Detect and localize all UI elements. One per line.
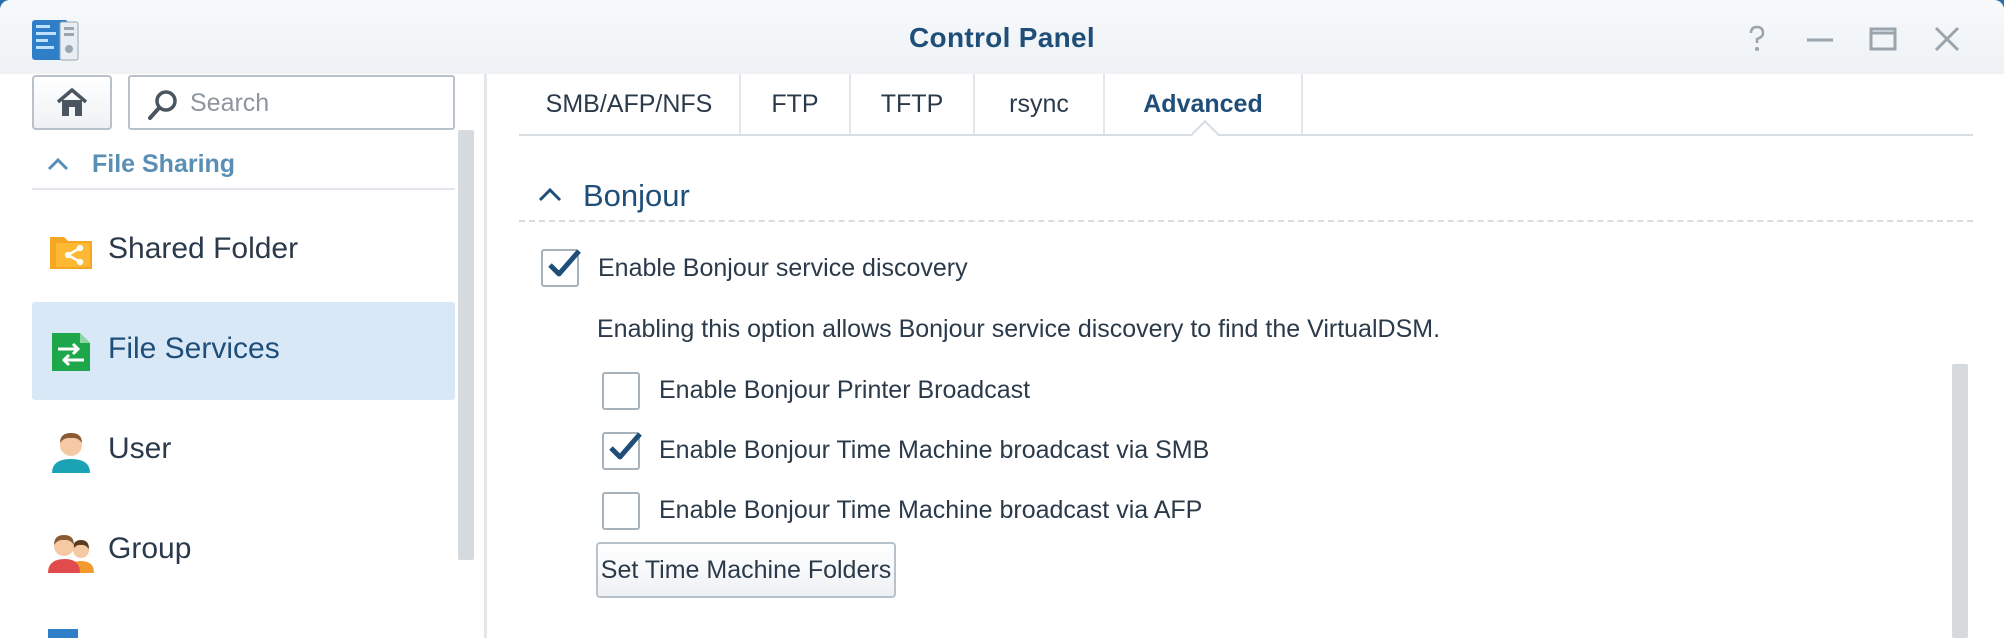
home-button[interactable] — [32, 75, 112, 130]
search-icon — [148, 90, 177, 120]
printer-broadcast-label: Enable Bonjour Printer Broadcast — [659, 376, 1031, 404]
sidebar-item-group[interactable]: Group — [32, 502, 455, 600]
minimize-icon[interactable] — [1803, 22, 1837, 56]
sidebar-item-user[interactable]: User — [32, 402, 455, 500]
group-icon — [48, 535, 94, 573]
window-title: Control Panel — [909, 22, 1095, 53]
sidebar-item-label: File Services — [108, 332, 280, 365]
shared-folder-icon — [50, 237, 92, 269]
user-icon — [52, 433, 90, 473]
sidebar: File Sharing Shared Folder Fi — [0, 74, 480, 638]
chevron-up-icon — [47, 157, 69, 171]
title-bar: Control Panel — [0, 0, 2004, 74]
enable-bonjour-checkbox[interactable] — [541, 249, 581, 287]
main-scrollbar[interactable] — [1952, 364, 1968, 638]
sidebar-item-label: Shared Folder — [108, 232, 299, 265]
tab-smb-afp-nfs[interactable]: SMB/AFP/NFS — [519, 74, 741, 134]
sidebar-item-label: User — [108, 432, 172, 465]
time-machine-smb-label: Enable Bonjour Time Machine broadcast vi… — [659, 436, 1210, 464]
bonjour-section-title: Bonjour — [583, 178, 690, 213]
check-icon — [609, 432, 642, 460]
set-time-machine-folders-button[interactable]: Set Time Machine Folders — [596, 542, 896, 598]
search-field[interactable] — [128, 75, 455, 130]
tab-tftp[interactable]: TFTP — [851, 74, 975, 134]
main-panel: SMB/AFP/NFS FTP TFTP rsync Advanced Bonj… — [487, 74, 2004, 638]
sidebar-item-label: Group — [108, 532, 192, 565]
help-icon[interactable] — [1740, 22, 1774, 56]
sidebar-item-file-services[interactable]: File Services — [32, 302, 455, 400]
printer-broadcast-checkbox[interactable] — [602, 372, 640, 410]
tab-bar: SMB/AFP/NFS FTP TFTP rsync Advanced — [519, 74, 1973, 149]
close-icon[interactable] — [1930, 22, 1964, 56]
file-sharing-section-header[interactable]: File Sharing — [32, 140, 455, 190]
time-machine-afp-checkbox[interactable] — [602, 492, 640, 530]
search-input[interactable] — [190, 85, 445, 121]
next-item-icon-peek — [48, 629, 78, 638]
file-services-icon — [52, 333, 90, 371]
sidebar-item-shared-folder[interactable]: Shared Folder — [32, 202, 455, 300]
tab-ftp[interactable]: FTP — [741, 74, 851, 134]
tab-rsync[interactable]: rsync — [975, 74, 1105, 134]
section-label: File Sharing — [92, 150, 236, 178]
time-machine-afp-label: Enable Bonjour Time Machine broadcast vi… — [659, 496, 1203, 524]
sidebar-scrollbar[interactable] — [458, 130, 474, 560]
bonjour-description: Enabling this option allows Bonjour serv… — [597, 315, 1441, 343]
chevron-up-icon — [538, 187, 562, 202]
home-icon — [56, 87, 88, 116]
control-panel-window: Control Panel Search File Sharing Shared… — [0, 0, 2004, 638]
enable-bonjour-label: Enable Bonjour service discovery — [598, 254, 968, 282]
bonjour-section-header[interactable]: Bonjour — [519, 170, 1973, 222]
time-machine-smb-checkbox[interactable] — [602, 432, 642, 470]
check-icon — [548, 249, 581, 277]
maximize-icon[interactable] — [1866, 22, 1900, 56]
